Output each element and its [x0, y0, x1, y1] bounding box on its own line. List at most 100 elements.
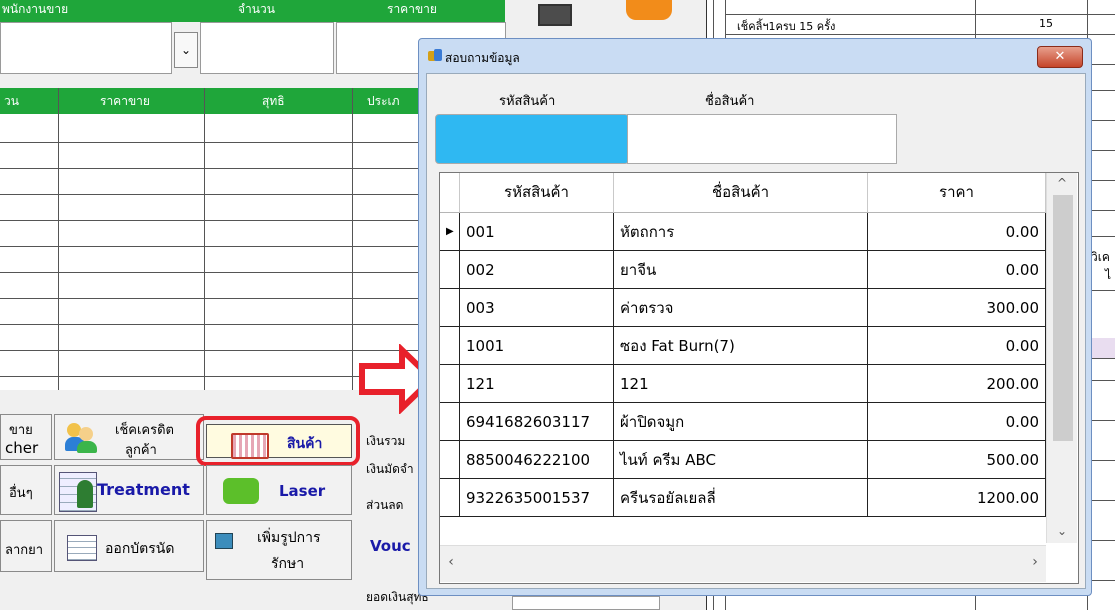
header-sale-price: ราคาขาย [387, 2, 437, 16]
col-header-sale-price: ราคาขาย [100, 94, 150, 108]
row-header[interactable] [440, 441, 460, 479]
col-header-name[interactable]: ชื่อสินค้า [614, 173, 868, 213]
cell-code[interactable]: 6941682603117 [460, 403, 614, 441]
puzzle-icon [223, 478, 259, 504]
right-row-text: เช็คลิ้ฯ1ครบ 15 ครั้ง [737, 20, 836, 33]
horizontal-scrollbar[interactable]: ‹ › [440, 545, 1046, 582]
cell-price[interactable]: 300.00 [868, 289, 1046, 327]
row-header[interactable] [440, 289, 460, 327]
add-treatment-image-button[interactable]: เพิ่มรูปการ รักษา [206, 520, 352, 580]
close-button[interactable]: ✕ [1037, 46, 1083, 68]
drug-button[interactable]: ลากยา [0, 520, 52, 572]
cell-name[interactable]: ผ้าปิดจมูก [614, 403, 868, 441]
row-header[interactable] [440, 365, 460, 403]
vertical-scrollbar[interactable]: ^ ⌄ [1046, 173, 1077, 543]
total-label: เงินรวม [366, 434, 406, 448]
scroll-right-icon[interactable]: › [1024, 554, 1046, 574]
dialog-title-bar[interactable]: สอบถามข้อมูล ✕ [419, 39, 1091, 73]
col-header-net: สุทธิ [262, 94, 285, 108]
quantity-field[interactable] [200, 22, 334, 74]
chevron-down-icon: ⌄ [180, 43, 192, 57]
product-results-grid[interactable]: รหัสสินค้า ชื่อสินค้า ราคา ▶ 001 หัตถการ 0.… [439, 172, 1079, 584]
header-salesperson: พนักงานขาย [2, 2, 69, 16]
cell-code[interactable]: 9322635001537 [460, 479, 614, 517]
cell-name[interactable]: หัตถการ [614, 213, 868, 251]
customers-icon [65, 421, 97, 453]
cell-price[interactable]: 0.00 [868, 327, 1046, 365]
inquiry-dialog[interactable]: สอบถามข้อมูล ✕ รหัสสินค้า ชื่อสินค้า รหั… [418, 38, 1092, 596]
treatment-button[interactable]: Treatment [54, 465, 204, 515]
col-header-price[interactable]: ราคา [868, 173, 1046, 213]
row-header[interactable] [440, 403, 460, 441]
products-button[interactable]: สินค้า [206, 424, 352, 459]
scroll-up-icon[interactable]: ^ [1047, 173, 1077, 193]
scroll-left-icon[interactable]: ‹ [440, 554, 462, 574]
salesperson-dropdown-button[interactable]: ⌄ [174, 32, 198, 68]
other-button[interactable]: อื่นๆ [0, 465, 52, 515]
appointment-card-button[interactable]: ออกบัตรนัด [54, 520, 204, 572]
check-credit-label-2: ลูกค้า [125, 443, 157, 458]
sale-voucher-label-1: ขาย [9, 423, 33, 438]
product-name-input[interactable] [627, 114, 897, 164]
check-credit-button[interactable]: เช็คเครดิต ลูกค้า [54, 414, 204, 460]
cell-name[interactable]: ซอง Fat Burn(7) [614, 327, 868, 365]
basket-icon [231, 433, 269, 459]
cell-code[interactable]: 121 [460, 365, 614, 403]
voucher-label: Vouc [370, 537, 411, 555]
add-treatment-label-2: รักษา [271, 556, 305, 572]
product-code-label: รหัสสินค้า [499, 94, 556, 109]
sale-voucher-button[interactable]: ขาย cher [0, 414, 52, 460]
cell-name[interactable]: 121 [614, 365, 868, 403]
check-credit-label-1: เช็คเครดิต [115, 423, 174, 438]
cell-price[interactable]: 0.00 [868, 213, 1046, 251]
right-side-label-1: วิเค [1091, 250, 1110, 264]
salesperson-combo[interactable] [0, 22, 172, 74]
add-treatment-label-1: เพิ่มรูปการ [257, 530, 321, 546]
product-name-label: ชื่อสินค้า [705, 94, 755, 109]
row-header[interactable] [440, 251, 460, 289]
orange-action-icon[interactable] [626, 0, 672, 20]
scroll-thumb[interactable] [1053, 195, 1073, 441]
doctor-icon [77, 480, 93, 508]
cell-price[interactable]: 0.00 [868, 403, 1046, 441]
cell-name[interactable]: ยาจีน [614, 251, 868, 289]
col-header-qty: วน [4, 94, 19, 108]
cell-name[interactable]: ไนท์ ครีม ABC [614, 441, 868, 479]
col-header-code[interactable]: รหัสสินค้า [460, 173, 614, 213]
right-row-num: 15 [1039, 17, 1053, 30]
laser-button[interactable]: Laser [206, 465, 352, 515]
other-label: อื่นๆ [9, 486, 33, 501]
cell-code[interactable]: 001 [460, 213, 614, 251]
dialog-body: รหัสสินค้า ชื่อสินค้า รหัสสินค้า ชื่อสิน… [426, 73, 1086, 589]
app-icon [428, 49, 442, 63]
cell-name[interactable]: ค่าตรวจ [614, 289, 868, 327]
row-header-corner [440, 173, 460, 213]
row-header[interactable] [440, 479, 460, 517]
header-quantity: จำนวน [238, 2, 275, 16]
scroll-down-icon[interactable]: ⌄ [1047, 521, 1077, 541]
sale-voucher-label-2: cher [5, 439, 39, 457]
cell-price[interactable]: 1200.00 [868, 479, 1046, 517]
col-header-type: ประเภ [367, 94, 400, 108]
cell-code[interactable]: 002 [460, 251, 614, 289]
product-code-input[interactable] [435, 114, 629, 164]
detail-grid[interactable]: วน ราคาขาย สุทธิ ประเภ [0, 88, 420, 390]
cell-name[interactable]: ครีนรอยัลเยลลี่ [614, 479, 868, 517]
net-total-field[interactable] [512, 596, 660, 610]
products-label: สินค้า [287, 436, 323, 452]
cell-price[interactable]: 0.00 [868, 251, 1046, 289]
cell-code[interactable]: 1001 [460, 327, 614, 365]
sale-entry-header: พนักงานขาย จำนวน ราคาขาย [0, 0, 505, 22]
row-header[interactable] [440, 327, 460, 365]
row-header[interactable]: ▶ [440, 213, 460, 251]
cell-price[interactable]: 200.00 [868, 365, 1046, 403]
save-icon[interactable] [538, 4, 572, 26]
drug-label: ลากยา [5, 543, 44, 558]
cell-code[interactable]: 003 [460, 289, 614, 327]
detail-grid-header: วน ราคาขาย สุทธิ ประเภ [0, 88, 420, 114]
cell-price[interactable]: 500.00 [868, 441, 1046, 479]
current-row-indicator-icon: ▶ [446, 226, 454, 237]
treatment-label: Treatment [97, 480, 190, 499]
cell-code[interactable]: 8850046222100 [460, 441, 614, 479]
dialog-title: สอบถามข้อมูล [445, 51, 520, 65]
